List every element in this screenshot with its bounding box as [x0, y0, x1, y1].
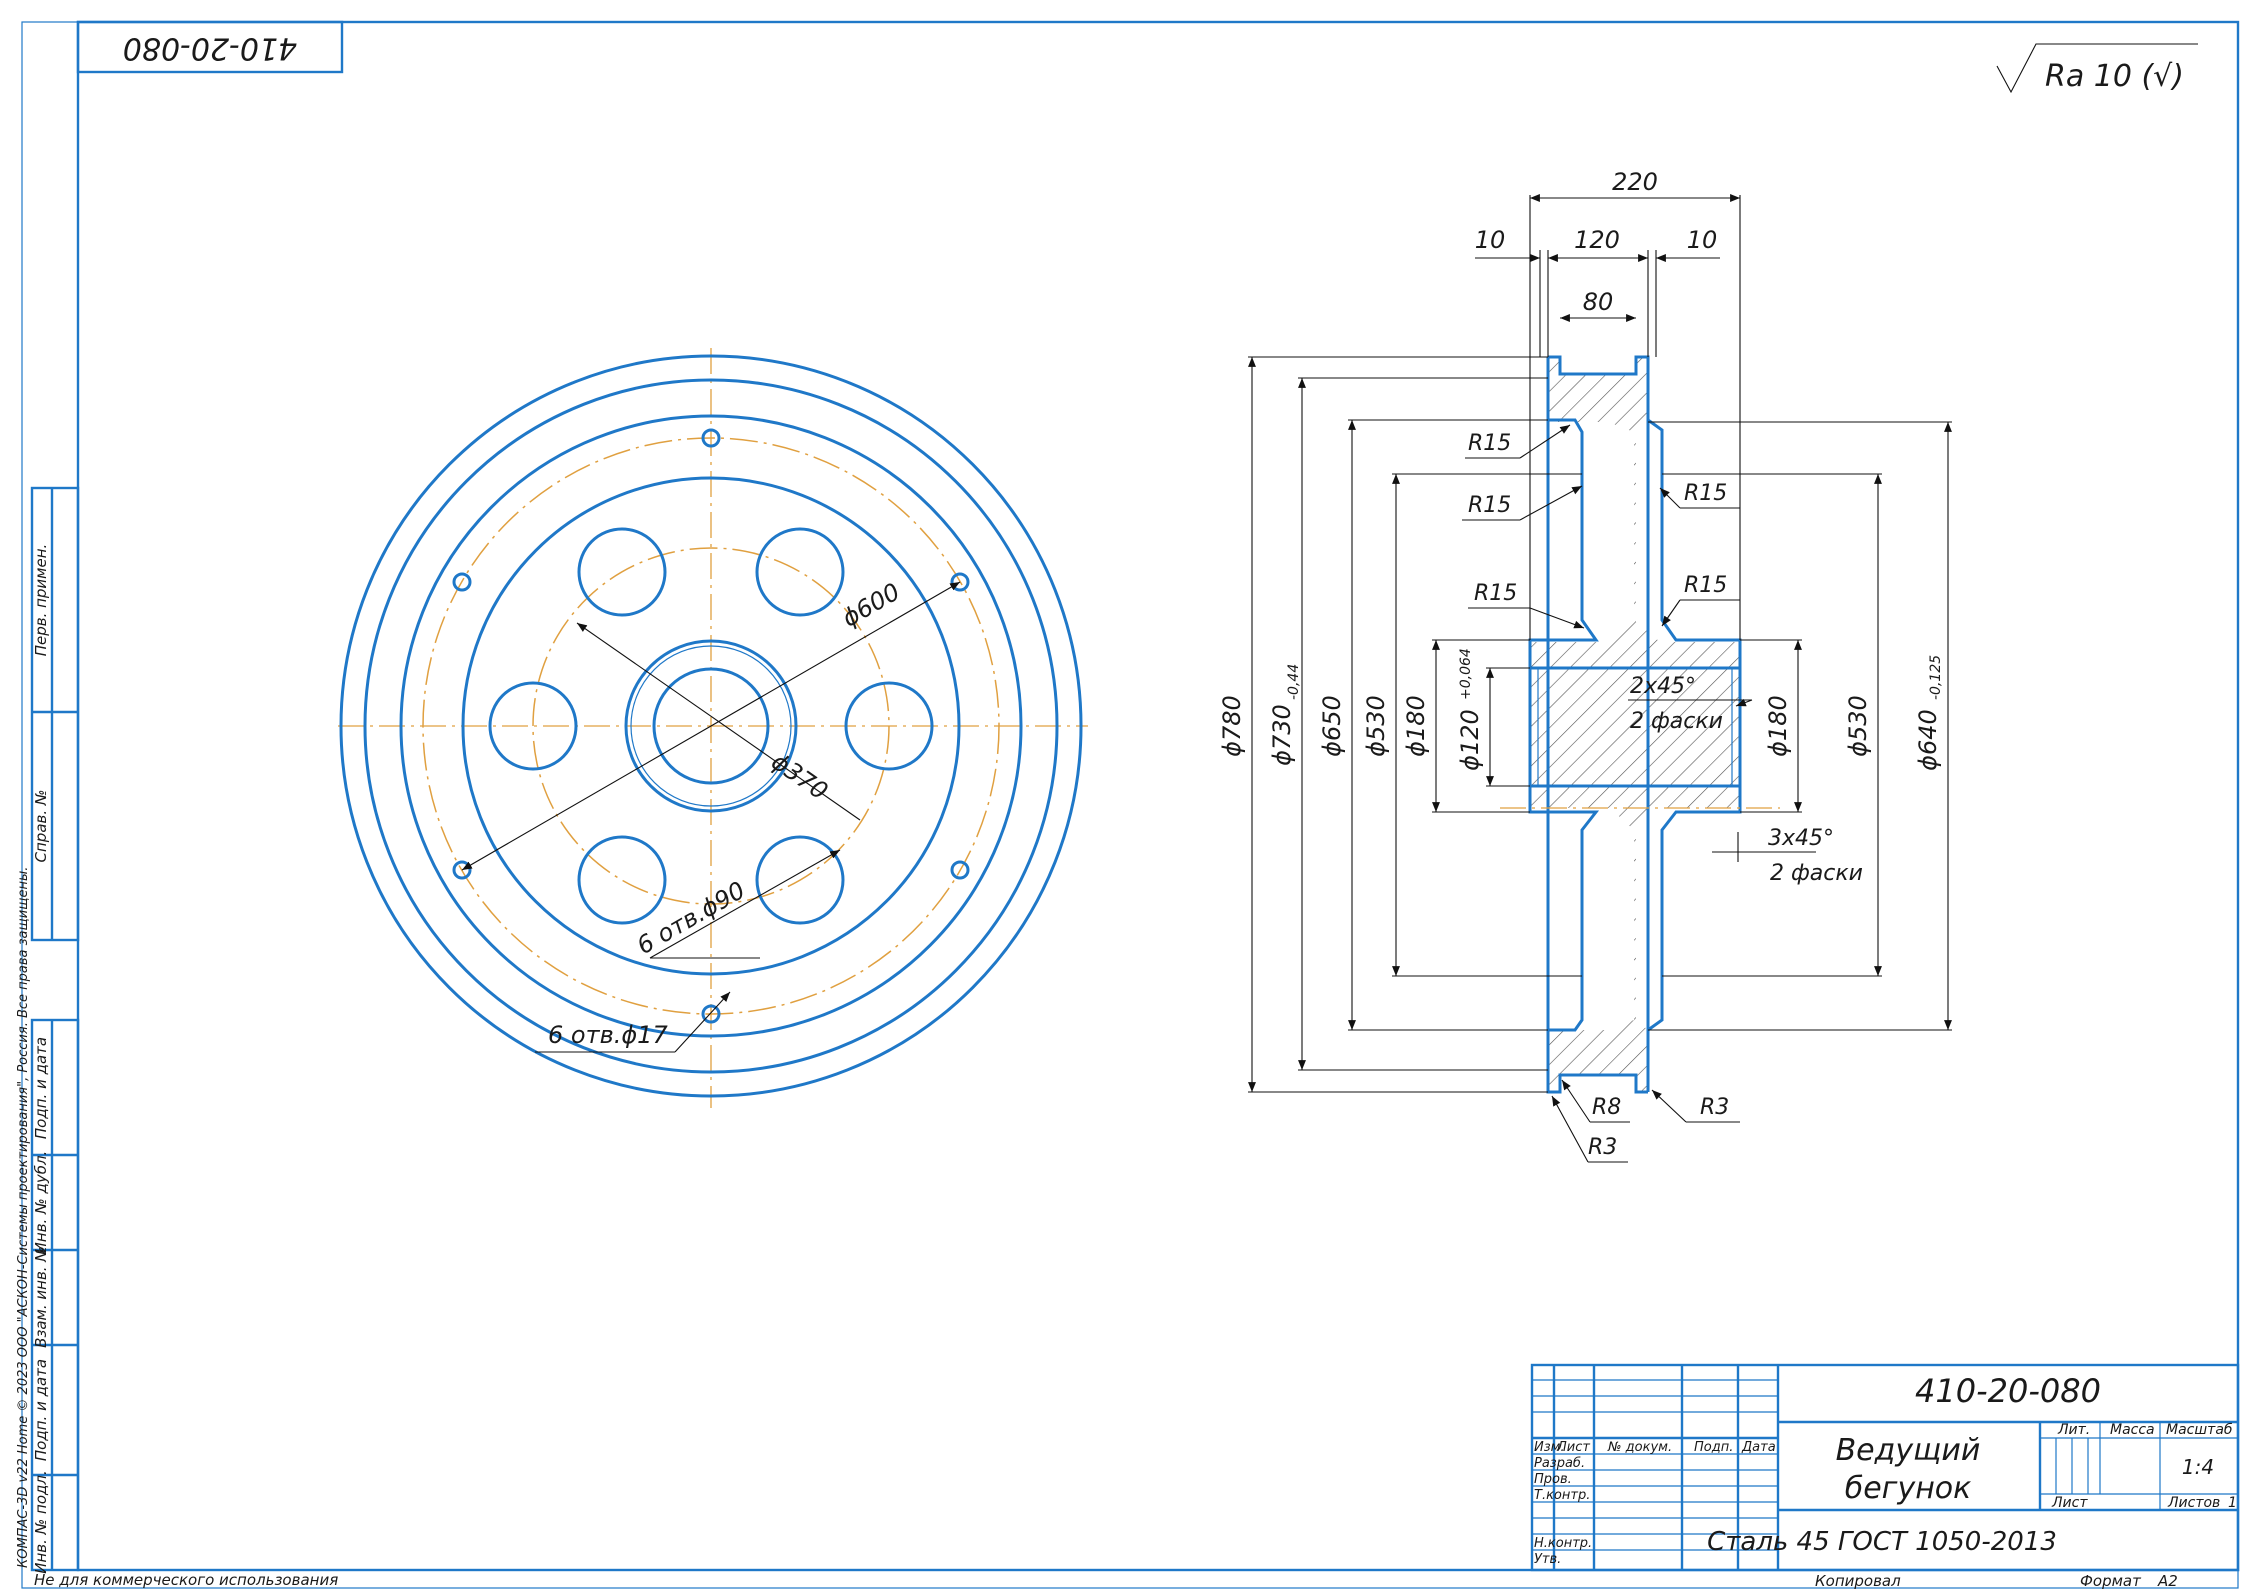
section-upper [1530, 357, 1740, 726]
dim-w10a: 10 [1475, 226, 1506, 254]
tb-role-prov: Пров. [1534, 1472, 1572, 1487]
dim-w120: 120 [1574, 226, 1620, 254]
copyright-note: КОМПАС-3D v22 Home © 2023 ООО "АСКОН-Сис… [16, 867, 31, 1568]
tb-title-line2: бегунок [1845, 1471, 1972, 1506]
tb-title-line1: Ведущий [1836, 1433, 1981, 1468]
chamfer-2x45: 2x45° [1630, 674, 1696, 699]
dim-d530b: ϕ530 [1844, 695, 1872, 757]
dim-w10b: 10 [1687, 226, 1718, 254]
chamfer-2x45-note: 2 фаски [1630, 709, 1723, 734]
dim-d730-tol: -0,44 [1286, 664, 1302, 700]
dim-d730: ϕ730 [1268, 704, 1296, 766]
radius-r15-4: R15 [1684, 481, 1727, 506]
radius-r15-2: R15 [1468, 493, 1511, 518]
dim-w220: 220 [1612, 168, 1658, 196]
outer-border [21, 21, 2239, 1589]
tb-role-nkontr: Н.контр. [1534, 1536, 1592, 1551]
inner-border [76, 20, 2240, 1572]
stamp-sprav-no: Справ. № [32, 790, 50, 863]
tb-role-utv: Утв. [1534, 1552, 1561, 1567]
tb-header-list: Лист [1556, 1440, 1590, 1455]
stamp-podp-data-1: Подп. и дата [32, 1037, 50, 1139]
noncommercial-note: Не для коммерческого использования [34, 1571, 338, 1589]
tb-material: Сталь 45 ГОСТ 1050-2013 [1707, 1527, 2057, 1557]
tb-sheet-label: Лист [2051, 1495, 2088, 1511]
roughness-label: Ra 10 (√) [2045, 59, 2184, 94]
dim-d120-tol: +0,064 [1458, 648, 1474, 700]
tb-role-tkontr: Т.контр. [1534, 1488, 1590, 1503]
radius-r3-right: R3 [1700, 1095, 1729, 1120]
dim-d780: ϕ780 [1218, 695, 1246, 757]
tb-sheets-total: 1 [2228, 1495, 2237, 1511]
dim-d640: ϕ640 [1914, 709, 1942, 771]
dim-w80: 80 [1583, 288, 1614, 316]
stamp-inv-dubl: Инв. № дубл. [32, 1151, 50, 1254]
drawing-sheet: 410-20-080 Ra 10 (√) Перв. примен. Справ… [16, 20, 2240, 1590]
section-view: 220 10 120 10 80 ϕ780 ϕ730 -0,44 ϕ650 ϕ5… [1218, 168, 1952, 1163]
dim-d530a: ϕ530 [1362, 695, 1390, 757]
chamfer-3x45: 3x45° [1768, 826, 1834, 851]
section-lower [1530, 726, 1740, 1092]
stamp-podp-data-2: Подп. и дата [32, 1359, 50, 1461]
dim-d180a: ϕ180 [1402, 695, 1430, 757]
title-block: Изм. Лист № докум. Подп. Дата Разраб. Пр… [1530, 1363, 2240, 1572]
roughness-sign: Ra 10 (√) [1996, 43, 2198, 94]
designation-box: 410-20-080 [76, 20, 344, 74]
dim-holes17: 6 отв.ϕ17 [548, 1021, 668, 1049]
stamp-perv-primen: Перв. примен. [32, 544, 50, 657]
dim-d370: ϕ370 [766, 747, 833, 805]
tb-role-razrab: Разраб. [1534, 1456, 1585, 1471]
stamp-vzam-inv: Взам. инв. № [32, 1246, 50, 1348]
tb-lit-label: Лит. [2057, 1422, 2090, 1438]
dim-d120: ϕ120 [1456, 709, 1484, 771]
format-label: Формат [2080, 1572, 2142, 1590]
radius-r15-3: R15 [1474, 581, 1517, 606]
dim-d640-tol: -0,125 [1928, 655, 1944, 700]
front-view: ϕ600 ϕ370 6 отв.ϕ90 6 отв.ϕ17 [338, 348, 1088, 1108]
radius-r8: R8 [1592, 1095, 1621, 1120]
tb-sheets-label: Листов [2167, 1495, 2220, 1511]
chamfer-3x45-note: 2 фаски [1770, 861, 1863, 886]
tb-designation: 410-20-080 [1915, 1372, 2101, 1410]
tb-header-doc: № докум. [1607, 1440, 1672, 1455]
radius-r15-5: R15 [1684, 573, 1727, 598]
tb-scale-value: 1:4 [2182, 1455, 2214, 1479]
dim-d600: ϕ600 [837, 578, 904, 633]
stamp-inv-podl: Инв. № подл. [32, 1470, 50, 1573]
dim-d180b: ϕ180 [1764, 695, 1792, 757]
dim-d650: ϕ650 [1318, 695, 1346, 757]
radius-r3-left: R3 [1588, 1135, 1617, 1160]
copied-label: Копировал [1815, 1572, 1901, 1590]
tb-header-data: Дата [1741, 1440, 1776, 1455]
tb-mass-label: Масса [2110, 1422, 2155, 1438]
radius-r15-1: R15 [1468, 431, 1511, 456]
side-stamps: Перв. примен. Справ. № Подп. и дата Инв.… [16, 486, 80, 1574]
tb-header-podp: Подп. [1694, 1440, 1733, 1455]
format-value: А2 [2157, 1572, 2178, 1590]
dim-holes90: 6 отв.ϕ90 [632, 876, 750, 960]
designation-rotated: 410-20-080 [123, 31, 297, 66]
tb-scale-label: Масштаб [2166, 1422, 2233, 1438]
